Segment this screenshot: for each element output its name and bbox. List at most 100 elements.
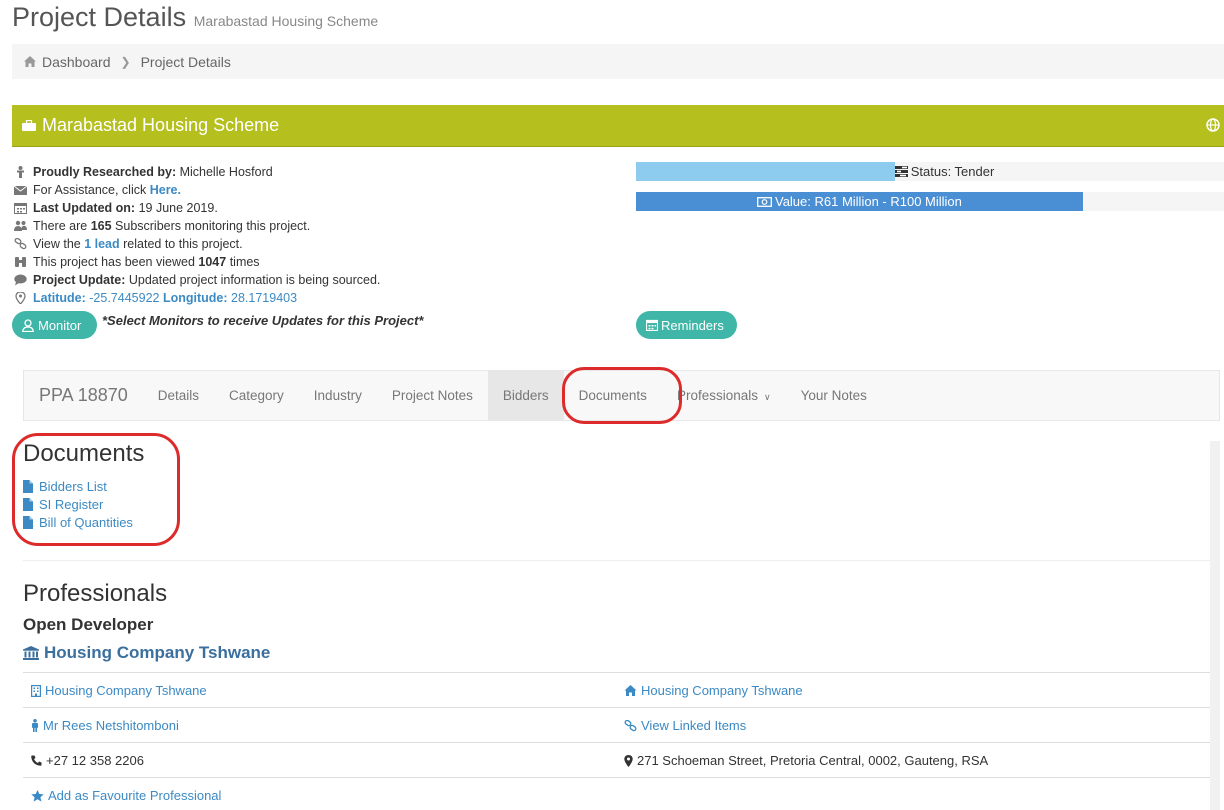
info-update: Project Update: Updated project informat…: [14, 271, 624, 289]
updated-label: Last Updated on:: [33, 201, 136, 215]
researched-label: Proudly Researched by:: [33, 165, 177, 179]
reminders-button-label: Reminders: [661, 317, 724, 333]
table-row: Add as Favourite Professional: [23, 777, 1210, 810]
info-researched: Proudly Researched by: Michelle Hosford: [14, 163, 624, 181]
status-progress-fill: [636, 162, 895, 181]
documents-heading: Documents: [23, 440, 145, 467]
phone-number: +27 12 358 2206: [46, 753, 144, 768]
tab-category[interactable]: Category: [214, 371, 299, 420]
link-icon: [624, 719, 637, 731]
document-item: Bidders List: [23, 477, 133, 495]
add-favourite-link[interactable]: Add as Favourite Professional: [48, 788, 221, 803]
reminders-button[interactable]: Reminders: [636, 311, 737, 339]
lead-pre: View the: [33, 237, 81, 251]
banner-title: Marabastad Housing Scheme: [42, 115, 280, 135]
comment-icon: [14, 274, 27, 286]
calendar-icon: [14, 203, 27, 214]
assistance-link[interactable]: Here.: [150, 181, 181, 199]
company-name-link[interactable]: Housing Company Tshwane: [45, 683, 207, 698]
breadcrumb: Dashboard ❯ Project Details: [12, 44, 1224, 79]
tasks-icon: [894, 166, 908, 177]
breadcrumb-dashboard-link[interactable]: Dashboard: [42, 54, 111, 70]
info-viewed: This project has been viewed 1047 times: [14, 253, 624, 271]
assistance-text: For Assistance, click: [33, 183, 147, 197]
tab-documents[interactable]: Documents: [564, 371, 662, 420]
info-assistance: For Assistance, click Here.: [14, 181, 624, 199]
home-icon: [624, 685, 637, 696]
bank-icon: [23, 646, 39, 660]
briefcase-icon: [22, 120, 36, 131]
calendar-icon: [646, 319, 658, 331]
monitor-button[interactable]: Monitor: [12, 311, 97, 339]
globe-icon[interactable]: [1206, 118, 1220, 132]
content-scrollbar[interactable]: [1210, 441, 1220, 810]
contact-person-link[interactable]: Mr Rees Netshitomboni: [43, 718, 179, 733]
chevron-down-icon: ∨: [763, 392, 771, 402]
info-lead: View the 1 lead related to this project.: [14, 235, 624, 253]
document-link-si-register[interactable]: SI Register: [39, 497, 103, 512]
map-marker-icon: [15, 292, 26, 304]
company-link[interactable]: Housing Company Tshwane: [44, 643, 270, 663]
male-icon: [32, 719, 38, 732]
table-cell: Add as Favourite Professional: [31, 778, 221, 810]
monitor-note: *Select Monitors to receive Updates for …: [102, 313, 424, 328]
professional-role: Open Developer: [23, 615, 154, 634]
page-title-main: Project Details: [12, 2, 187, 32]
building-icon: [31, 684, 41, 697]
binoculars-icon: [15, 257, 26, 267]
tab-bidders[interactable]: Bidders: [487, 371, 564, 420]
lat-label: Latitude:: [33, 291, 86, 305]
subscribers-count: 165: [90, 219, 112, 233]
users-icon: [14, 220, 27, 231]
file-icon: [23, 497, 33, 511]
document-link-bill-of-quantities[interactable]: Bill of Quantities: [39, 515, 133, 530]
status-progress-bar: Status: Tender: [636, 162, 1224, 181]
tab-your-notes[interactable]: Your Notes: [786, 371, 882, 420]
user-monitor-icon: [22, 318, 34, 332]
tab-industry[interactable]: Industry: [299, 371, 377, 420]
company-heading: Housing Company Tshwane: [23, 643, 270, 663]
subscribers-pre: There are: [33, 219, 88, 233]
value-progress-bar: Value: R61 Million - R100 Million: [636, 192, 1224, 211]
tab-professionals-label: Professionals: [676, 388, 758, 403]
link-icon: [14, 238, 27, 250]
value-label-wrap: Value: R61 Million - R100 Million: [636, 192, 1083, 211]
tab-details[interactable]: Details: [143, 371, 214, 420]
researched-value: Michelle Hosford: [179, 165, 273, 179]
lon-value[interactable]: 28.1719403: [231, 289, 297, 307]
status-label-wrap: Status: Tender: [894, 162, 995, 181]
info-subscribers: There are 165 Subscribers monitoring thi…: [14, 217, 624, 235]
tab-professionals[interactable]: Professionals ∨: [662, 371, 786, 420]
document-link-bidders-list[interactable]: Bidders List: [39, 479, 107, 494]
page-title: Project Details Marabastad Housing Schem…: [12, 2, 378, 33]
table-cell: Housing Company Tshwane: [31, 673, 207, 708]
file-icon: [23, 479, 33, 493]
table-row: Housing Company Tshwane Housing Company …: [23, 672, 1210, 707]
lead-link[interactable]: 1 lead: [84, 235, 119, 253]
project-reference: PPA 18870: [39, 385, 128, 405]
documents-list: Bidders List SI Register Bill of Quantit…: [23, 477, 133, 531]
viewed-pre: This project has been viewed: [33, 255, 195, 269]
professionals-heading: Professionals: [23, 580, 168, 607]
table-cell: Mr Rees Netshitomboni: [31, 708, 179, 743]
table-cell: View Linked Items: [624, 708, 746, 743]
viewed-count: 1047: [198, 255, 227, 269]
money-icon: [757, 196, 772, 207]
lat-value[interactable]: -25.7445922: [89, 289, 159, 307]
project-tab-bar: PPA 18870 Details Category Industry Proj…: [23, 370, 1220, 421]
document-item: SI Register: [23, 495, 133, 513]
file-icon: [23, 515, 33, 529]
lead-post: related to this project.: [123, 237, 243, 251]
tab-project-notes[interactable]: Project Notes: [377, 371, 488, 420]
table-cell: Housing Company Tshwane: [624, 673, 803, 708]
page-subtitle: Marabastad Housing Scheme: [193, 13, 379, 29]
map-marker-icon: [624, 754, 633, 767]
breadcrumb-current: Project Details: [140, 53, 231, 70]
status-label: Status: Tender: [910, 164, 995, 179]
info-updated: Last Updated on: 19 June 2019.: [14, 199, 624, 217]
viewed-post: times: [229, 255, 260, 269]
company-home-link[interactable]: Housing Company Tshwane: [641, 683, 803, 698]
view-linked-items-link[interactable]: View Linked Items: [641, 718, 746, 733]
chevron-right-icon: ❯: [120, 54, 131, 69]
section-divider: [23, 560, 1210, 561]
